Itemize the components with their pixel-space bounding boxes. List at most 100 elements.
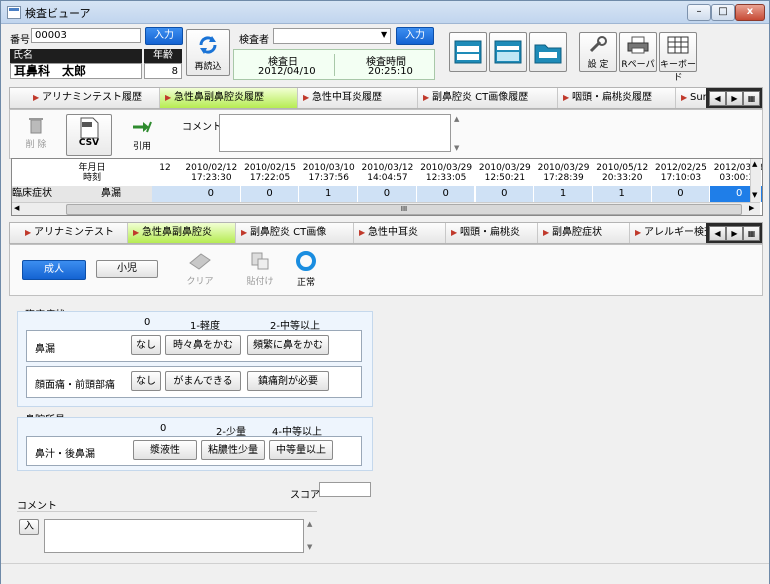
keyboard-button[interactable]: キーボード xyxy=(659,32,697,83)
column-time: 17:10:03 xyxy=(660,173,702,183)
tab-acute-otitis[interactable]: ▶ 急性中耳炎 xyxy=(354,223,446,243)
trash-icon xyxy=(29,118,43,134)
tab-allergy-test[interactable]: ▶アレルギー検査 xyxy=(630,223,706,243)
history-input-button[interactable] xyxy=(449,32,487,72)
chevron-down-icon[interactable]: ▼ xyxy=(381,30,387,39)
quote-button[interactable]: 引用 xyxy=(122,114,162,154)
inspector-select[interactable] xyxy=(273,28,391,44)
grid-value-cell[interactable]: 1 xyxy=(299,186,359,202)
tab-pharyngitis[interactable]: ▶ 咽頭・扁桃炎 xyxy=(446,223,538,243)
tab-arrow-icon: ▶ xyxy=(423,93,430,102)
tab-acute-rhinosinusitis-history[interactable]: ▶ 急性鼻副鼻腔炎履歴 xyxy=(160,88,298,108)
rhinorrhea-option-moderate[interactable]: 頻繁に鼻をかむ xyxy=(247,335,329,355)
number-input-button[interactable]: 入力 xyxy=(145,27,183,45)
grid-value-cell[interactable]: 1 xyxy=(534,186,593,202)
grid-value-cell[interactable]: 0 xyxy=(182,186,241,202)
grid-column-header[interactable]: 2010/05/12 20:33:20 xyxy=(593,163,652,183)
paste-button[interactable]: 貼付け xyxy=(240,249,280,291)
clear-button[interactable]: クリア xyxy=(180,249,220,291)
grid-value-cell[interactable]: 0 xyxy=(416,186,476,202)
tab-sumi-history[interactable]: ▶Sumi xyxy=(676,88,706,108)
delete-button[interactable]: 削 除 xyxy=(16,114,56,154)
scroll-left-icon[interactable]: ◀ xyxy=(14,204,19,212)
grid-value-cell[interactable]: 0 xyxy=(475,186,535,202)
column-date: 2010/02/15 xyxy=(244,163,296,173)
maximize-button[interactable]: □ xyxy=(711,4,735,21)
grid-column-header[interactable]: 2010/03/29 17:28:39 xyxy=(534,163,593,183)
normal-label: 正常 xyxy=(296,278,315,288)
reload-button[interactable]: 再読込 xyxy=(186,29,230,76)
facial-pain-option-moderate[interactable]: 鎮痛剤が必要 xyxy=(247,371,329,391)
grid-column-header[interactable]: 2010/03/12 14:04:57 xyxy=(358,163,417,183)
quote-arrow-icon xyxy=(133,121,152,133)
comment-input-button[interactable]: 入 xyxy=(19,519,39,535)
facial-pain-option-none[interactable]: なし xyxy=(131,371,161,391)
score-field[interactable] xyxy=(319,482,371,497)
tab-otitis-history[interactable]: ▶ 急性中耳炎履歴 xyxy=(298,88,418,108)
tab-arinamin-history[interactable]: ▶ アリナミンテスト履歴 xyxy=(28,88,160,108)
exam-tab-grid-button[interactable]: ▦ xyxy=(743,226,760,241)
close-button[interactable]: x xyxy=(735,4,765,21)
column-date: 2010/03/29 xyxy=(478,163,531,173)
history-comment-field[interactable] xyxy=(219,114,451,152)
tab-arrow-icon: ▶ xyxy=(681,93,688,102)
tab-acute-rhinosinusitis[interactable]: ▶ 急性鼻副鼻腔炎 xyxy=(128,223,236,243)
comment-scroll-down-icon[interactable]: ▼ xyxy=(454,144,459,152)
grid-value-cell[interactable]: 0 xyxy=(240,186,300,202)
history-button[interactable] xyxy=(489,32,527,72)
tab-grid-button[interactable]: ▦ xyxy=(743,91,760,106)
nasal-row-discharge: 鼻汁・後鼻漏 漿液性 粘膿性少量 中等量以上 xyxy=(26,436,362,466)
exam-tab-next-button[interactable]: ▶ xyxy=(726,226,743,241)
settings-button[interactable]: 設 定 xyxy=(579,32,617,72)
comment-field[interactable] xyxy=(44,519,304,553)
minimize-button[interactable]: – xyxy=(687,4,711,21)
adult-button[interactable]: 成人 xyxy=(22,260,86,280)
tab-pharyngitis-history[interactable]: ▶ 咽頭・扁桃炎履歴 xyxy=(558,88,676,108)
comment-scroll-up-icon[interactable]: ▲ xyxy=(454,115,459,123)
rhinorrhea-option-none[interactable]: なし xyxy=(131,335,161,355)
discharge-option-moderate[interactable]: 中等量以上 xyxy=(269,440,333,460)
comment-down-icon[interactable]: ▼ xyxy=(307,543,312,551)
exam-tab-nav: ◀ ▶ ▦ xyxy=(706,223,762,243)
history-horizontal-scrollbar[interactable]: ◀ III ▶ xyxy=(12,202,760,215)
grid-value-cell[interactable]: 0 xyxy=(651,186,711,202)
number-field[interactable]: 00003 xyxy=(31,28,141,43)
child-button[interactable]: 小児 xyxy=(96,260,158,278)
grid-value-cell[interactable]: 0 xyxy=(358,186,417,202)
facial-pain-option-mild[interactable]: がまんできる xyxy=(165,371,241,391)
history-vertical-scrollbar[interactable]: ▲ ▼ xyxy=(750,159,761,202)
grid-column-header[interactable]: 2012/02/25 17:10:03 xyxy=(652,163,711,183)
exam-tab-prev-button[interactable]: ◀ xyxy=(709,226,726,241)
tab-sinus-symptoms[interactable]: ▶ 副鼻腔症状 xyxy=(538,223,630,243)
discharge-option-serous[interactable]: 漿液性 xyxy=(133,440,197,460)
input-button[interactable] xyxy=(529,32,567,72)
tab-prev-button[interactable]: ◀ xyxy=(709,91,726,106)
name-label: 氏名 xyxy=(10,49,142,63)
discharge-option-small[interactable]: 粘膿性少量 xyxy=(201,440,265,460)
rhinorrhea-option-mild[interactable]: 時々鼻をかむ xyxy=(165,335,241,355)
normal-button[interactable]: 正常 xyxy=(286,249,326,291)
reload-icon xyxy=(199,36,217,54)
grid-value-cell[interactable]: 1 xyxy=(592,186,652,202)
grid-column-header[interactable]: 2010/03/29 12:33:05 xyxy=(417,163,476,183)
tab-ct-history[interactable]: ▶ 副鼻腔炎 CT画像履歴 xyxy=(418,88,558,108)
app-window: 検査ビューア – □ x 番号 00003 入力 氏名 耳鼻科 太郎 年齢 8 … xyxy=(0,0,770,584)
csv-button[interactable]: CSV xyxy=(66,114,112,156)
grid-column-header[interactable]: 2010/02/15 17:22:05 xyxy=(241,163,300,183)
tab-sinusitis-ct[interactable]: ▶ 副鼻腔炎 CT画像 xyxy=(236,223,354,243)
exam-datetime-box: 検査日 2012/04/10 検査時間 20:25:10 xyxy=(233,49,435,80)
scroll-right-icon[interactable]: ▶ xyxy=(749,204,754,212)
scroll-up-icon[interactable]: ▲ xyxy=(752,160,757,168)
grid-column-header[interactable]: 2010/03/10 17:37:56 xyxy=(299,163,358,183)
tab-arinamin-test[interactable]: ▶ アリナミンテスト xyxy=(20,223,128,243)
comment-up-icon[interactable]: ▲ xyxy=(307,520,312,528)
inspector-input-button[interactable]: 入力 xyxy=(396,27,434,45)
grid-column-header[interactable]: 2010/03/29 12:50:21 xyxy=(476,163,535,183)
rpaper-button[interactable]: Rペーパ xyxy=(619,32,657,72)
tab-next-button[interactable]: ▶ xyxy=(726,91,743,106)
grid-column-header[interactable]: 2010/02/12 17:23:30 xyxy=(182,163,241,183)
clinical-row-rhinorrhea: 鼻漏 なし 時々鼻をかむ 頻繁に鼻をかむ xyxy=(26,330,362,362)
scroll-thumb[interactable]: III xyxy=(66,204,742,215)
scroll-down-icon[interactable]: ▼ xyxy=(752,191,757,199)
keyboard-label: キーボード xyxy=(660,60,697,83)
